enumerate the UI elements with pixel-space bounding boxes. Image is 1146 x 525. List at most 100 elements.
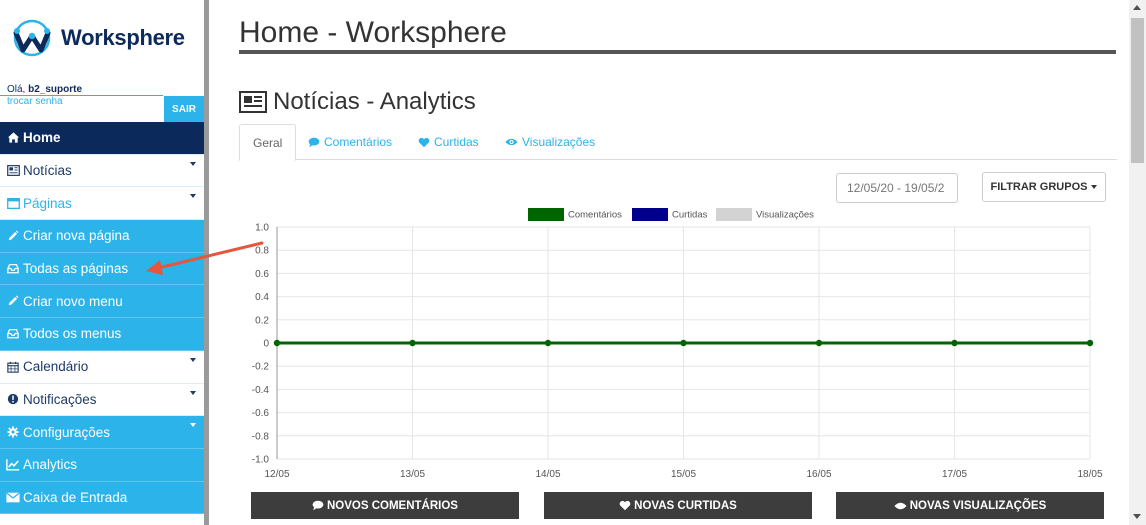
tab-comentarios[interactable]: Comentários xyxy=(308,124,392,160)
caret-down-icon xyxy=(190,161,196,166)
sidebar-item-label: Analytics xyxy=(23,457,78,473)
sidebar-item-label: Todas as páginas xyxy=(23,261,129,277)
tab-label: Curtidas xyxy=(434,135,479,149)
section-title-text: Notícias - Analytics xyxy=(273,88,476,115)
sidebar-item-notificacoes[interactable]: Notificações xyxy=(0,383,204,417)
sidebar-item-label: Notificações xyxy=(23,391,97,407)
y-tick-label: -0.6 xyxy=(252,408,270,419)
sidebar-item-noticias[interactable]: Notícias xyxy=(0,154,204,188)
legend-label: Comentários xyxy=(568,210,622,221)
footer-button-label: NOVAS VISUALIZAÇÕES xyxy=(909,499,1047,512)
y-tick-label: 0.2 xyxy=(255,315,269,326)
x-tick-label: 13/05 xyxy=(400,469,425,480)
tab-label: Geral xyxy=(253,135,283,150)
heart-icon xyxy=(619,500,631,511)
sidebar-border xyxy=(204,0,209,525)
data-point xyxy=(544,339,552,347)
sidebar-item-label: Criar nova página xyxy=(23,228,130,244)
sidebar-item-configuracoes[interactable]: Configurações xyxy=(0,416,204,449)
y-tick-label: -1.0 xyxy=(252,455,270,466)
sidebar-item-label: Home xyxy=(23,130,61,146)
tab-geral[interactable]: Geral xyxy=(239,124,297,161)
sidebar-item-todas-as-paginas[interactable]: Todas as páginas xyxy=(0,252,204,286)
data-point xyxy=(815,339,823,347)
caret-down-icon xyxy=(1091,185,1098,189)
caret-down-icon xyxy=(190,357,196,362)
inbox-icon xyxy=(6,262,20,276)
tab-label: Visualizações xyxy=(522,135,596,149)
newspaper-icon xyxy=(239,91,267,113)
date-range-input[interactable]: 12/05/20 - 19/05/2 xyxy=(836,173,958,203)
filter-groups-button[interactable]: FILTRAR GRUPOS xyxy=(982,172,1106,202)
caret-down-icon xyxy=(190,423,196,428)
y-tick-label: -0.2 xyxy=(252,362,270,373)
legend-label: Visualizações xyxy=(756,210,814,221)
x-tick-label: 18/05 xyxy=(1077,469,1102,480)
x-tick-label: 15/05 xyxy=(671,469,696,480)
legend-swatch xyxy=(716,208,752,221)
y-tick-label: 0.4 xyxy=(255,292,269,303)
caret-down-icon xyxy=(190,194,196,199)
footer-button-label: NOVAS CURTIDAS xyxy=(634,499,737,512)
sidebar-menu: Home Notícias Páginas Criar nova página Toda… xyxy=(0,122,204,515)
data-point xyxy=(273,339,281,347)
y-tick-label: -0.8 xyxy=(252,431,270,442)
footer-buttons: NOVOS COMENTÁRIOS NOVAS CURTIDAS NOVAS VIS… xyxy=(0,492,1129,520)
legend-label: Curtidas xyxy=(672,210,708,221)
novas-visualizacoes-button[interactable]: NOVAS VISUALIZAÇÕES xyxy=(836,492,1104,519)
novos-comentarios-button[interactable]: NOVOS COMENTÁRIOS xyxy=(251,492,519,519)
legend-swatch xyxy=(528,208,564,221)
user-box: Olá, b2_suporte trocar senha SAIR xyxy=(0,82,204,122)
analytics-tabs: Geral Comentários Curtidas Visualizações xyxy=(239,124,1117,161)
sidebar-item-criar-nova-pagina[interactable]: Criar nova página xyxy=(0,220,204,253)
sidebar-item-home[interactable]: Home xyxy=(0,122,204,155)
calendar-icon xyxy=(6,360,20,374)
worksphere-logo-icon xyxy=(13,19,51,57)
page-title: Home - Worksphere xyxy=(239,16,507,49)
eye-icon xyxy=(894,501,907,511)
title-divider xyxy=(239,50,1116,54)
username: b2_suporte xyxy=(28,84,83,95)
sidebar-item-todos-os-menus[interactable]: Todos os menus xyxy=(0,318,204,351)
change-password-link[interactable]: trocar senha xyxy=(7,96,63,107)
line-chart-icon xyxy=(6,458,20,472)
exclamation-icon xyxy=(6,392,20,406)
newspaper-icon xyxy=(6,164,20,178)
eye-icon xyxy=(505,137,518,147)
y-tick-label: 0.8 xyxy=(255,246,269,257)
gear-icon xyxy=(6,425,20,439)
caret-down-icon xyxy=(190,390,196,395)
comment-icon xyxy=(308,137,320,148)
home-icon xyxy=(6,131,20,145)
tab-visualizacoes[interactable]: Visualizações xyxy=(505,124,595,160)
tab-curtidas[interactable]: Curtidas xyxy=(418,124,479,160)
scroll-down-icon[interactable] xyxy=(1133,514,1141,519)
sidebar-item-criar-novo-menu[interactable]: Criar novo menu xyxy=(0,285,204,319)
sidebar-item-label: Calendário xyxy=(23,359,89,375)
greeting: Olá, b2_suporte xyxy=(7,84,83,95)
logout-button[interactable]: SAIR xyxy=(164,96,204,122)
footer-button-label: NOVOS COMENTÁRIOS xyxy=(327,499,458,512)
sidebar: Worksphere Olá, b2_suporte trocar senha … xyxy=(0,0,204,525)
analytics-line-chart: 1.0 0.8 0.6 0.4 0.2 0 -0.2 -0.4 -0.6 -0.8 -1.0 12/0… xyxy=(252,208,1103,480)
sidebar-item-paginas[interactable]: Páginas xyxy=(0,187,204,221)
scrollbar-thumb[interactable] xyxy=(1131,18,1144,163)
novas-curtidas-button[interactable]: NOVAS CURTIDAS xyxy=(544,492,812,519)
scroll-up-icon[interactable] xyxy=(1133,5,1141,10)
sidebar-item-label: Configurações xyxy=(23,424,111,440)
filter-groups-label: FILTRAR GRUPOS xyxy=(990,181,1088,193)
heart-icon xyxy=(418,137,430,148)
pencil-icon xyxy=(6,229,20,243)
sidebar-item-analytics[interactable]: Analytics xyxy=(0,448,204,482)
comment-icon xyxy=(312,500,324,511)
sidebar-item-calendario[interactable]: Calendário xyxy=(0,350,204,384)
data-point xyxy=(951,339,958,347)
x-tick-label: 16/05 xyxy=(806,469,831,480)
y-tick-label: 0 xyxy=(263,339,269,350)
tab-label: Comentários xyxy=(324,135,393,149)
y-tick-label: 1.0 xyxy=(255,223,269,234)
pencil-icon xyxy=(6,294,20,308)
data-point xyxy=(680,339,687,347)
sidebar-item-label: Todos os menus xyxy=(23,326,122,342)
logo[interactable]: Worksphere xyxy=(10,18,195,58)
